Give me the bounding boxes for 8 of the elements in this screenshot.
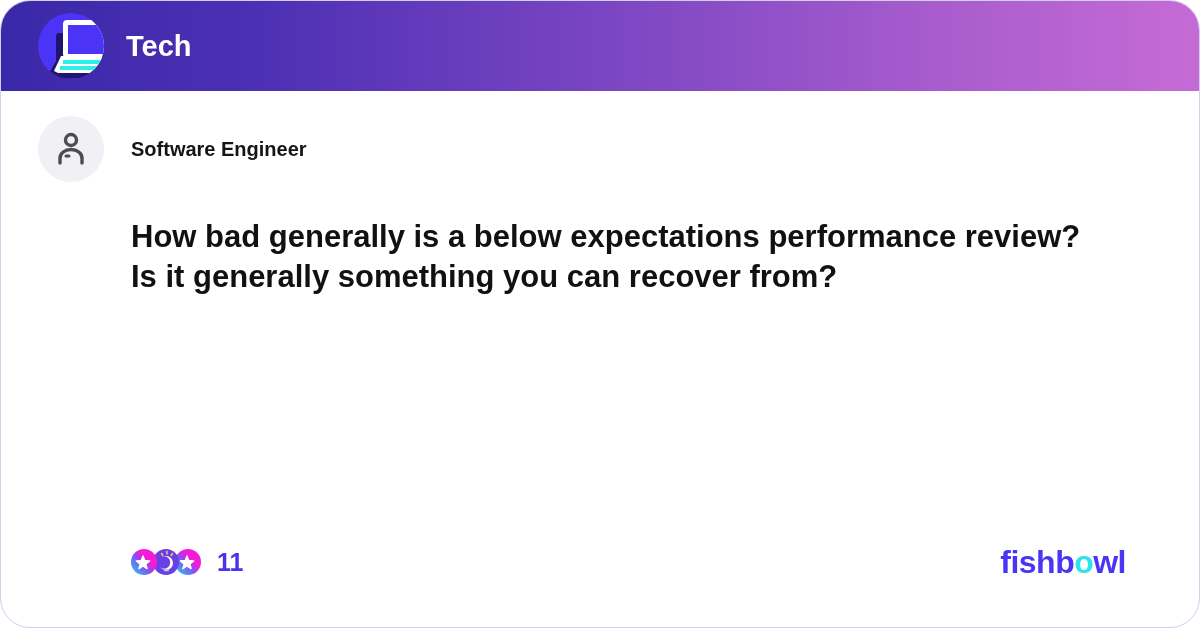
question-text: How bad generally is a below expectations performance review? Is it generally something you can recover from? xyxy=(131,218,1082,296)
reaction-count: 11 xyxy=(217,547,244,577)
lightbulb-icon xyxy=(153,549,179,575)
topic-title: Tech xyxy=(126,29,192,63)
avatar-icon xyxy=(38,116,104,182)
brand-logo: fishbowl xyxy=(1000,544,1126,580)
author-name: Software Engineer xyxy=(131,137,307,161)
laptop-icon xyxy=(38,13,104,79)
